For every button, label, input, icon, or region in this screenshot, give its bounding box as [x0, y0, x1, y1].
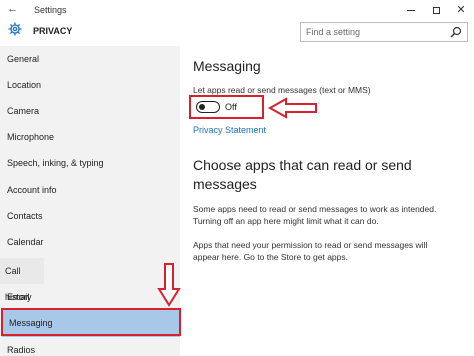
back-arrow-icon[interactable]: ←: [7, 3, 18, 15]
search-box[interactable]: [300, 22, 468, 42]
left-arrow-annotation-icon: [268, 97, 317, 119]
info-paragraph-1-line1: Some apps need to read or send messages …: [193, 204, 437, 214]
sidebar-item-email[interactable]: Email: [0, 284, 180, 310]
search-icon[interactable]: [450, 26, 462, 38]
sidebar-item-location[interactable]: Location: [0, 72, 180, 98]
minimize-icon: [407, 9, 415, 11]
sidebar-item-contacts[interactable]: Contacts: [0, 203, 180, 229]
sidebar-item-speech-inking-typing[interactable]: Speech, inking, & typing: [0, 150, 180, 176]
close-icon: ✕: [456, 3, 466, 16]
sidebar-item-call-history[interactable]: Call history: [0, 258, 44, 302]
maximize-icon: [432, 6, 440, 14]
search-input[interactable]: [306, 25, 446, 39]
sidebar-item-microphone[interactable]: Microphone: [0, 124, 180, 150]
sidebar-item-messaging[interactable]: Messaging: [2, 310, 180, 337]
sidebar-item-account-info[interactable]: Account info: [0, 177, 180, 203]
info-paragraph-2-line2: appear here. Go to the Store to get apps…: [193, 252, 348, 262]
window-title: Settings: [34, 5, 67, 15]
maximize-button[interactable]: [423, 0, 449, 20]
page-title: PRIVACY: [33, 26, 73, 36]
sidebar-item-general[interactable]: General: [0, 46, 180, 72]
info-paragraph-2-line1: Apps that need your permission to read o…: [193, 240, 428, 250]
minimize-button[interactable]: [398, 0, 424, 20]
sidebar-item-calendar[interactable]: Calendar: [0, 229, 180, 255]
toggle-knob: [199, 103, 205, 110]
down-arrow-annotation-icon: [157, 263, 181, 307]
title-bar: ← Settings ✕: [0, 0, 474, 20]
choose-apps-heading-line1: Choose apps that can read or send: [193, 157, 412, 173]
privacy-statement-link[interactable]: Privacy Statement: [193, 125, 266, 135]
toggle-state-label: Off: [225, 102, 237, 112]
sidebar-item-camera[interactable]: Camera: [0, 98, 180, 124]
info-paragraph-1-line2: Turning off an app here might limit what…: [193, 216, 379, 226]
messaging-toggle[interactable]: [196, 101, 220, 113]
gear-icon: [8, 22, 22, 36]
sidebar-item-radios[interactable]: Radios: [0, 337, 180, 356]
close-button[interactable]: ✕: [448, 0, 474, 20]
choose-apps-heading-line2: messages: [193, 176, 257, 192]
messaging-heading: Messaging: [193, 58, 261, 74]
